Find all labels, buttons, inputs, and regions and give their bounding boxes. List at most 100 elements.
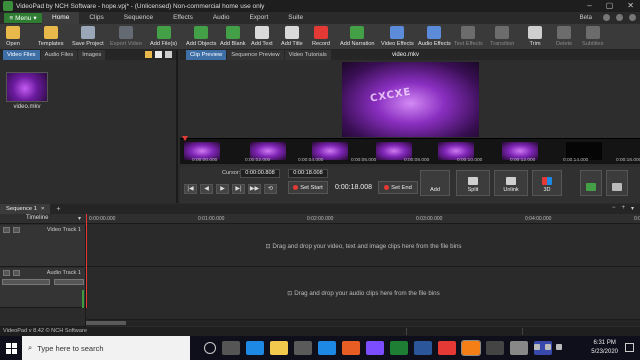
open-button[interactable]: Open (6, 25, 20, 49)
timeline-dropdown-icon[interactable]: ▾ (78, 215, 81, 222)
settings-icon[interactable] (629, 14, 636, 21)
scrollbar-thumb[interactable] (86, 321, 126, 325)
filmstrip[interactable]: 0:00:00.000 0:00:02.000 0:00:04.000 0:00:06… (180, 138, 640, 164)
add-narration-button[interactable]: Add Narration (340, 25, 375, 49)
minimize-button[interactable]: – (587, 0, 591, 12)
video-visibility-icon[interactable] (13, 227, 20, 233)
firefox-icon[interactable] (342, 341, 360, 355)
timeline-cursor[interactable] (86, 214, 87, 308)
unlink-button[interactable]: Unlink (494, 170, 528, 196)
folder-icon[interactable] (145, 51, 152, 58)
bin-menu-icon[interactable] (165, 51, 172, 58)
start-button[interactable] (0, 336, 22, 360)
trim-button[interactable]: Trim (528, 25, 542, 49)
chevron-up-icon[interactable] (534, 344, 540, 350)
taskbar-clock[interactable]: 6:31 PM 5/23/2020 (591, 339, 618, 357)
user-icon[interactable] (603, 14, 610, 21)
text-effects-button[interactable]: Text Effects (454, 25, 483, 49)
cortana-icon[interactable] (204, 342, 216, 354)
app-icon[interactable] (486, 341, 504, 355)
record-button[interactable]: Record (312, 25, 330, 49)
pdf-icon[interactable] (438, 341, 456, 355)
tab-sequence-preview[interactable]: Sequence Preview (227, 50, 284, 60)
tab-images[interactable]: Images (78, 50, 106, 60)
audio-track-area[interactable]: ⊡ Drag and drop your audio clips here fr… (87, 268, 640, 320)
play-button[interactable]: ▶ (216, 184, 229, 194)
split-button[interactable]: Split (456, 170, 490, 196)
tab-home[interactable]: Home (42, 12, 80, 24)
set-start-button[interactable]: Set Start (288, 181, 328, 194)
tab-clip-preview[interactable]: Clip Preview (186, 50, 227, 60)
zoom-in-icon[interactable]: + (621, 205, 625, 212)
close-button[interactable]: ✕ (627, 0, 634, 12)
app-icon[interactable] (510, 341, 528, 355)
skip-end-button[interactable]: ▶▶ (248, 184, 261, 194)
sequence-tab[interactable]: Sequence 1 × (0, 204, 51, 214)
mail-icon[interactable] (318, 341, 336, 355)
volume-slider[interactable] (2, 279, 50, 285)
taskbar-search[interactable]: ⌕ Type here to search (22, 336, 190, 360)
edge-icon[interactable] (246, 341, 264, 355)
volume-icon[interactable] (556, 344, 562, 350)
loop-button[interactable]: ⟲ (264, 184, 277, 194)
save-project-button[interactable]: Save Project (72, 25, 104, 49)
set-end-button[interactable]: Set End (378, 181, 418, 194)
save-frame-button[interactable] (580, 170, 602, 196)
tab-video-files[interactable]: Video Files (3, 50, 40, 60)
end-time[interactable]: 0:00:18.008 (288, 169, 328, 178)
new-bin-icon[interactable] (155, 51, 162, 58)
video-effects-button[interactable]: Video Effects (381, 25, 414, 49)
delete-button[interactable]: Delete (556, 25, 572, 49)
timeline-scrollbar[interactable] (86, 320, 640, 326)
add-sequence-button[interactable]: + (56, 206, 60, 213)
close-icon[interactable]: × (41, 204, 44, 214)
add-title-button[interactable]: Add Title (281, 25, 303, 49)
skip-start-button[interactable]: |◀ (184, 184, 197, 194)
step-forward-button[interactable]: ▶| (232, 184, 245, 194)
tab-audio[interactable]: Audio (203, 12, 240, 24)
fullscreen-button[interactable] (606, 170, 628, 196)
3d-button[interactable]: 3D (532, 170, 562, 196)
add-file-s-button[interactable]: Add File(s) (150, 25, 177, 49)
store-icon[interactable] (294, 341, 312, 355)
audio-effects-button[interactable]: Audio Effects (418, 25, 451, 49)
word-icon[interactable] (414, 341, 432, 355)
add-button[interactable]: Add (420, 170, 450, 196)
speaker-icon[interactable] (13, 270, 20, 276)
panel-menu-icon[interactable]: ▾ (631, 205, 634, 212)
timeline-ruler[interactable]: 0:00:00.000 0:01:00.000 0:02:00.000 0:03:00… (86, 214, 640, 224)
tab-clips[interactable]: Clips (79, 12, 113, 24)
playhead-marker[interactable] (182, 136, 188, 141)
menu-button[interactable]: ≡ Menu ▾ (4, 13, 42, 23)
export-video-button[interactable]: Export Video (110, 25, 142, 49)
network-icon[interactable] (545, 344, 551, 350)
app-icon[interactable] (366, 341, 384, 355)
add-text-button[interactable]: Add Text (251, 25, 273, 49)
tab-suite[interactable]: Suite (278, 12, 313, 24)
task-view-icon[interactable] (222, 341, 240, 355)
tab-effects[interactable]: Effects (163, 12, 203, 24)
clip-thumbnail[interactable] (6, 72, 48, 102)
subtitles-button[interactable]: Subtitles (582, 25, 603, 49)
notification-icon[interactable] (625, 343, 634, 352)
video-track-area[interactable]: ⊡ Drag and drop your video, text and ima… (87, 225, 640, 267)
tab-export[interactable]: Export (239, 12, 278, 24)
tab-sequence[interactable]: Sequence (114, 12, 163, 24)
excel-icon[interactable] (390, 341, 408, 355)
step-back-button[interactable]: ◀ (200, 184, 213, 194)
zoom-out-icon[interactable]: − (612, 205, 616, 212)
maximize-button[interactable]: ▢ (606, 0, 614, 12)
pan-slider[interactable] (54, 279, 84, 285)
add-objects-button[interactable]: Add Objects (186, 25, 216, 49)
add-blank-button[interactable]: Add Blank (220, 25, 246, 49)
tab-video-tutorials[interactable]: Video Tutorials (284, 50, 331, 60)
tab-audio-files[interactable]: Audio Files (40, 50, 78, 60)
track-options-icon[interactable] (3, 270, 10, 276)
track-options-icon[interactable] (3, 227, 10, 233)
help-icon[interactable] (616, 14, 623, 21)
video-preview[interactable]: CXCXE (342, 62, 479, 137)
videopad-taskbar-icon[interactable] (461, 340, 481, 356)
transition-button[interactable]: Transition (490, 25, 514, 49)
templates-button[interactable]: Templates (38, 25, 64, 49)
file-explorer-icon[interactable] (270, 341, 288, 355)
